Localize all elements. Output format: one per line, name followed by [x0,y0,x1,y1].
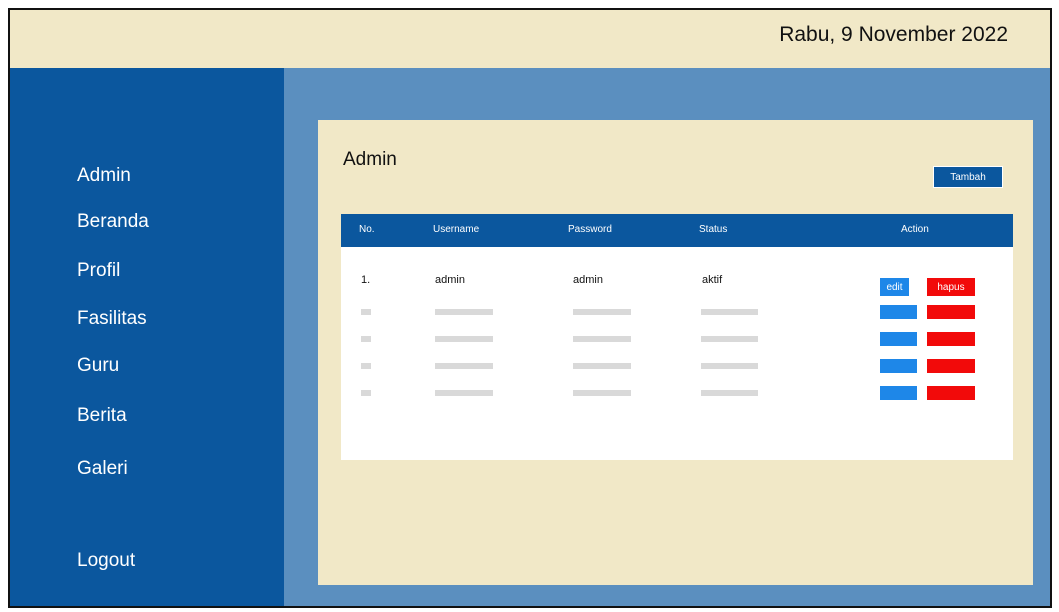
placeholder-status [701,309,758,315]
sidebar-item-fasilitas[interactable]: Fasilitas [77,308,147,330]
cell-password: admin [573,274,603,286]
top-bar: Rabu, 9 November 2022 [10,10,1050,68]
placeholder-status [701,390,758,396]
sidebar-item-profil[interactable]: Profil [77,260,120,282]
sidebar-item-berita[interactable]: Berita [77,405,127,427]
edit-button-placeholder[interactable] [880,305,917,319]
sidebar: Admin Beranda Profil Fasilitas Guru Beri… [10,68,284,606]
column-header-no: No. [359,224,375,235]
cell-status: aktif [702,274,723,286]
current-date: Rabu, 9 November 2022 [779,23,1008,46]
placeholder-username [435,309,493,315]
logout-link[interactable]: Logout [77,550,135,572]
delete-button-placeholder[interactable] [927,332,975,346]
placeholder-username [435,390,493,396]
sidebar-item-beranda[interactable]: Beranda [77,211,149,233]
delete-button-placeholder[interactable] [927,305,975,319]
placeholder-no [361,309,371,315]
delete-button[interactable]: hapus [927,278,975,296]
column-header-password: Password [568,224,612,235]
sidebar-item-admin[interactable]: Admin [77,165,131,187]
admin-table: No. Username Password Status Action 1. a… [341,214,1013,460]
sidebar-item-galeri[interactable]: Galeri [77,458,128,480]
placeholder-password [573,336,631,342]
edit-button-placeholder[interactable] [880,359,917,373]
placeholder-no [361,363,371,369]
app-window: Rabu, 9 November 2022 Admin Beranda Prof… [8,8,1052,608]
placeholder-password [573,309,631,315]
placeholder-username [435,336,493,342]
sidebar-item-guru[interactable]: Guru [77,355,119,377]
edit-button[interactable]: edit [880,278,909,296]
placeholder-no [361,390,371,396]
cell-username: admin [435,274,465,286]
placeholder-status [701,336,758,342]
cell-no: 1. [361,274,371,286]
table-header: No. Username Password Status Action [341,214,1013,247]
page-title: Admin [343,149,397,170]
placeholder-password [573,363,631,369]
edit-button-placeholder[interactable] [880,332,917,346]
content-panel: Admin Tambah No. Username Password Statu… [318,120,1033,585]
delete-button-placeholder[interactable] [927,386,975,400]
add-button[interactable]: Tambah [933,166,1003,188]
delete-button-placeholder[interactable] [927,359,975,373]
placeholder-password [573,390,631,396]
placeholder-status [701,363,758,369]
edit-button-placeholder[interactable] [880,386,917,400]
placeholder-no [361,336,371,342]
placeholder-username [435,363,493,369]
column-header-username: Username [433,224,480,235]
column-header-action: Action [901,224,929,235]
column-header-status: Status [699,224,728,235]
